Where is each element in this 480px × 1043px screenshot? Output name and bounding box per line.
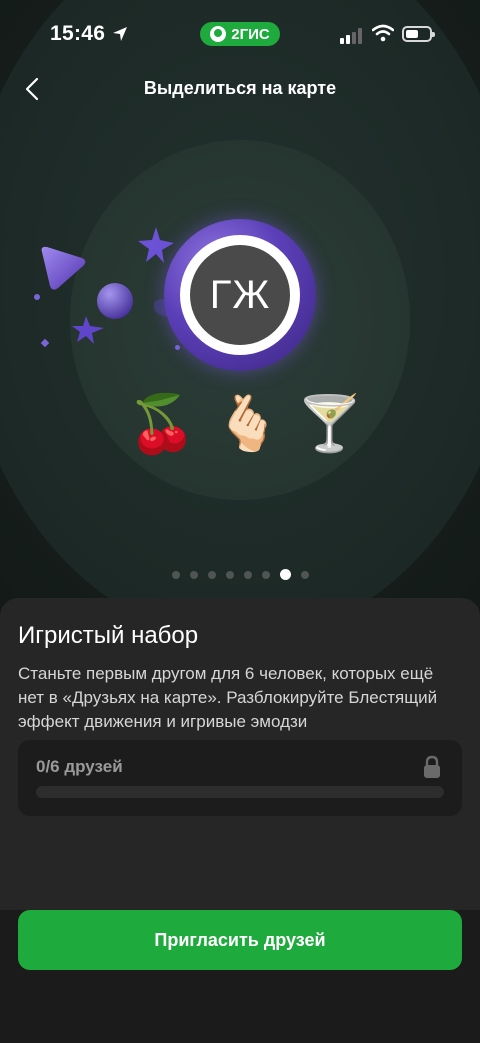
page-indicator bbox=[0, 569, 480, 580]
page-dot[interactable] bbox=[207, 570, 216, 579]
status-bar: 15:46 2ГИС bbox=[0, 0, 480, 70]
progress-label: 0/6 друзей bbox=[36, 757, 123, 776]
wifi-icon bbox=[372, 24, 394, 42]
location-arrow-icon bbox=[113, 27, 127, 41]
sparkle-dot bbox=[34, 294, 40, 300]
page-dot[interactable] bbox=[300, 570, 309, 579]
page-title: Выделиться на карте bbox=[143, 78, 337, 98]
page-dot-active[interactable] bbox=[279, 569, 291, 580]
cherries-icon: 🍒 bbox=[127, 392, 197, 455]
cellular-signal-icon bbox=[340, 28, 362, 44]
emoji-row: 🍒 🫰🏻 🍸 bbox=[0, 392, 480, 462]
purple-triangle-icon bbox=[41, 246, 86, 290]
avatar-initials: ГЖ bbox=[209, 272, 271, 317]
page-dot[interactable] bbox=[189, 570, 198, 579]
invite-friends-button[interactable]: Пригласить друзей bbox=[18, 910, 462, 970]
page-dot[interactable] bbox=[225, 570, 234, 579]
page-dot[interactable] bbox=[261, 570, 270, 579]
app-pill[interactable]: 2ГИС bbox=[200, 22, 280, 46]
lock-icon bbox=[424, 755, 440, 778]
avatar: ГЖ bbox=[190, 245, 290, 345]
small-star-icon bbox=[72, 316, 104, 344]
purple-star-icon bbox=[138, 227, 174, 263]
page-dot[interactable] bbox=[243, 570, 252, 579]
battery-icon bbox=[402, 26, 435, 42]
cocktail-icon: 🍸 bbox=[296, 394, 364, 454]
status-time: 15:46 bbox=[50, 22, 106, 45]
sheet-description: Станьте первым другом для 6 человек, кот… bbox=[18, 664, 438, 731]
progress-card bbox=[18, 740, 462, 816]
progress-bar bbox=[36, 786, 444, 798]
sparkle-dot bbox=[175, 345, 180, 350]
finger-heart-icon: 🫰🏻 bbox=[214, 394, 282, 454]
page-dot[interactable] bbox=[171, 570, 180, 579]
app-pill-label: 2ГИС bbox=[231, 25, 270, 43]
sheet-title: Игристый набор bbox=[18, 622, 199, 649]
2gis-logo-icon bbox=[210, 26, 227, 42]
